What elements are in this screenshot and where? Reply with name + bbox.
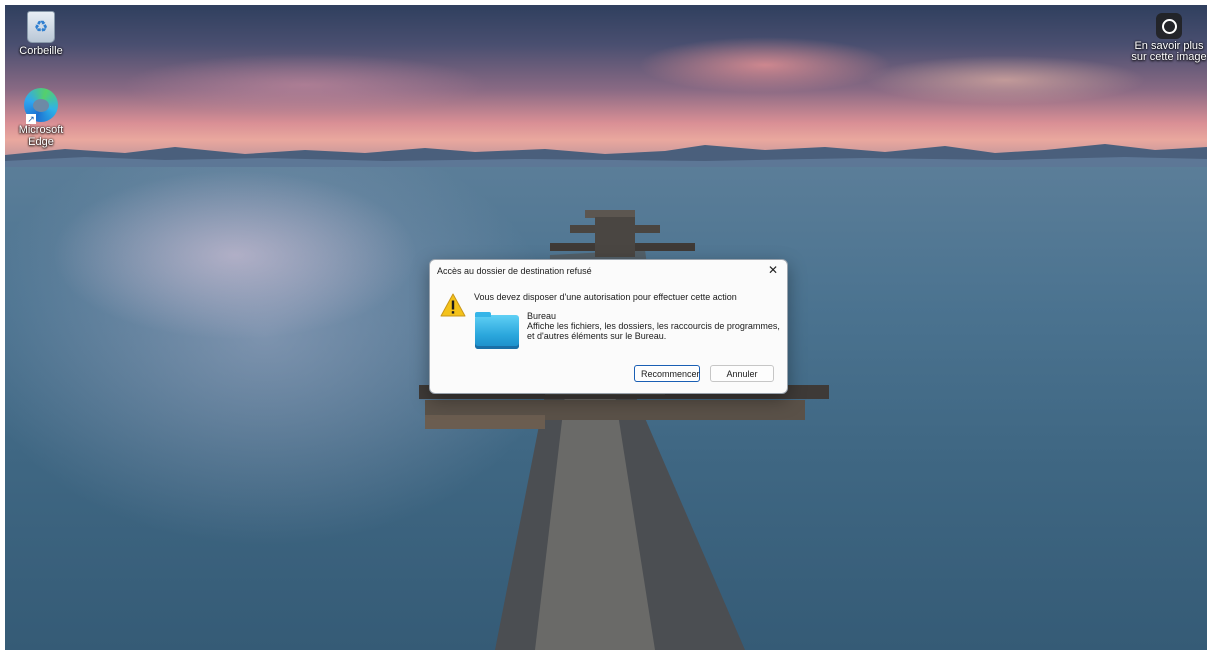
recycle-bin-icon: ♻: [27, 11, 55, 43]
desktop-icon-label: Corbeille: [19, 45, 63, 57]
item-details: Bureau Affiche les fichiers, les dossier…: [527, 311, 782, 341]
warning-icon: [440, 293, 466, 317]
dialog-title: Accès au dossier de destination refusé: [437, 266, 592, 276]
shortcut-arrow-icon: ↗: [26, 114, 36, 124]
edge-icon: ↗: [24, 88, 58, 124]
item-name: Bureau: [527, 311, 557, 321]
desktop-icon-recycle-bin[interactable]: ♻ Corbeille: [6, 11, 76, 57]
dialog-message: Vous devez disposer d'une autorisation p…: [474, 292, 737, 302]
desktop-icon-label: En savoir plus sur cette image: [1131, 40, 1207, 63]
item-description: Affiche les fichiers, les dossiers, les …: [527, 321, 780, 341]
close-button[interactable]: ✕: [766, 263, 780, 277]
info-camera-icon: [1156, 13, 1182, 39]
desktop-icon-microsoft-edge[interactable]: ↗ Microsoft Edge: [6, 88, 76, 148]
cancel-button[interactable]: Annuler: [710, 365, 774, 382]
desktop-folder-icon: [475, 312, 519, 349]
desktop-icon-image-info[interactable]: En savoir plus sur cette image: [1131, 13, 1207, 63]
desktop-icon-label: Microsoft Edge: [18, 124, 64, 148]
access-denied-dialog: Accès au dossier de destination refusé ✕…: [429, 259, 788, 394]
retry-button[interactable]: Recommencer: [634, 365, 700, 382]
